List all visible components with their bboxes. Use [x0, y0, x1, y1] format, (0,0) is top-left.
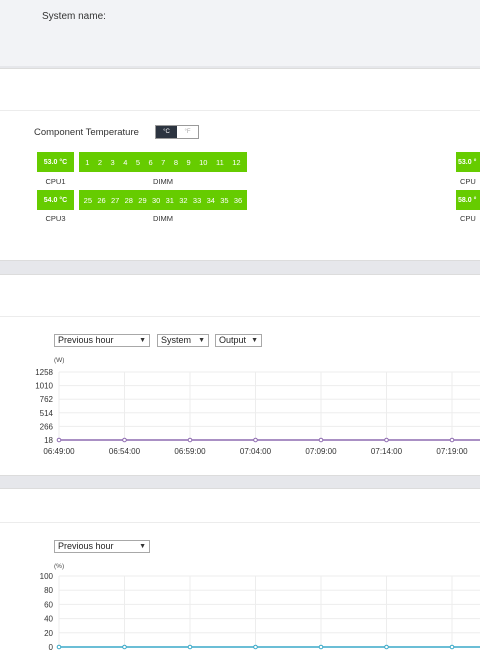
dimm-slot-11[interactable]: 11: [216, 158, 224, 167]
dimm-label-2: DIMM: [153, 214, 173, 223]
chevron-down-icon: ▼: [251, 337, 258, 344]
dimm-slot-35[interactable]: 35: [220, 196, 228, 205]
power-time-range-select[interactable]: Previous hour ▼: [54, 334, 150, 347]
utilization-time-range-value: Previous hour: [58, 541, 114, 551]
dimm-group-1: 1 2 3 4 5 6 7 8 9 10 11 12: [79, 152, 247, 172]
data-point: [384, 644, 389, 650]
temperature-unit-toggle[interactable]: °C °F: [155, 125, 199, 139]
dimm-slot-5[interactable]: 5: [136, 158, 140, 167]
cpu3-label: CPU3: [45, 214, 66, 223]
dimm-slot-10[interactable]: 10: [199, 158, 207, 167]
y-tick-label: 0: [49, 643, 54, 650]
dimm-slot-2[interactable]: 2: [98, 158, 102, 167]
cpu4-label: CPU: [460, 214, 476, 223]
x-tick-label: 07:19:00: [436, 447, 468, 456]
cpu4-temperature[interactable]: 58.0 °: [456, 190, 480, 210]
power-time-range-value: Previous hour: [58, 335, 114, 345]
y-tick-label: 18: [44, 436, 53, 445]
y-tick-label: 762: [40, 395, 54, 404]
utilization-time-range-select[interactable]: Previous hour ▼: [54, 540, 150, 553]
data-point: [122, 644, 127, 650]
cpu2-label: CPU: [460, 177, 476, 186]
data-point: [187, 644, 193, 650]
x-tick-label: 07:14:00: [371, 447, 403, 456]
component-temperature-title: Component Temperature: [34, 127, 139, 138]
power-scope-value: System: [161, 335, 192, 345]
power-type-select[interactable]: Output ▼: [215, 334, 262, 347]
x-tick-label: 07:04:00: [240, 447, 272, 456]
celsius-option[interactable]: °C: [156, 126, 177, 138]
data-point: [187, 437, 193, 443]
x-tick-label: 06:49:00: [43, 447, 75, 456]
dimm-slot-26[interactable]: 26: [97, 196, 105, 205]
power-chart: (W)1258 1010 762 514 266 18 06:49:00 06:54:00 06…: [35, 357, 480, 456]
dimm-slot-1[interactable]: 1: [85, 158, 89, 167]
dimm-slot-30[interactable]: 30: [152, 196, 160, 205]
system-name-label: System name:: [42, 11, 106, 22]
dimm-slot-9[interactable]: 9: [186, 158, 190, 167]
dimm-slot-34[interactable]: 34: [207, 196, 215, 205]
y-axis-unit-label: (W): [54, 357, 64, 364]
dimm-slot-7[interactable]: 7: [161, 158, 165, 167]
utilization-chart: (%)100 80 60 40 20 0: [40, 563, 480, 650]
y-tick-label: 40: [44, 615, 53, 624]
dimm-slot-6[interactable]: 6: [149, 158, 153, 167]
dimm-slot-3[interactable]: 3: [111, 158, 115, 167]
power-scope-select[interactable]: System ▼: [157, 334, 209, 347]
data-point: [56, 644, 62, 650]
chevron-down-icon: ▼: [139, 543, 146, 550]
y-tick-label: 1010: [35, 382, 53, 391]
data-point: [122, 437, 127, 443]
chevron-down-icon: ▼: [198, 337, 205, 344]
dimm-slot-31[interactable]: 31: [166, 196, 174, 205]
dimm-slot-4[interactable]: 4: [123, 158, 127, 167]
data-point: [253, 644, 258, 650]
data-point: [253, 437, 258, 443]
dimm-slot-32[interactable]: 32: [179, 196, 187, 205]
dimm-slot-12[interactable]: 12: [232, 158, 240, 167]
dimm-slot-36[interactable]: 36: [234, 196, 242, 205]
y-tick-label: 266: [40, 422, 54, 431]
y-axis-unit-label: (%): [54, 563, 64, 570]
dimm-label-1: DIMM: [153, 177, 173, 186]
y-tick-label: 80: [44, 586, 53, 595]
dimm-slot-8[interactable]: 8: [174, 158, 178, 167]
x-tick-label: 07:09:00: [305, 447, 337, 456]
cpu1-temperature[interactable]: 53.0 °C: [37, 152, 74, 172]
fahrenheit-option[interactable]: °F: [177, 126, 198, 138]
cpu3-temperature[interactable]: 54.0 °C: [37, 190, 74, 210]
system-header: [0, 0, 480, 66]
panel-divider: [0, 316, 480, 317]
cpu1-label: CPU1: [45, 177, 66, 186]
y-tick-label: 60: [44, 600, 53, 609]
cpu2-temperature[interactable]: 53.0 °: [456, 152, 480, 172]
dimm-slot-29[interactable]: 29: [138, 196, 146, 205]
dimm-group-2: 25 26 27 28 29 30 31 32 33 34 35 36: [79, 190, 247, 210]
power-type-value: Output: [219, 335, 247, 345]
panel-divider: [0, 110, 480, 111]
data-point: [384, 437, 389, 443]
data-point: [449, 437, 455, 443]
data-point: [318, 644, 324, 650]
dimm-slot-28[interactable]: 28: [125, 196, 133, 205]
dimm-slot-33[interactable]: 33: [193, 196, 201, 205]
y-tick-label: 100: [40, 572, 54, 581]
y-tick-label: 1258: [35, 368, 53, 377]
x-tick-label: 06:59:00: [174, 447, 206, 456]
chevron-down-icon: ▼: [139, 337, 146, 344]
y-tick-label: 20: [44, 629, 53, 638]
data-point: [318, 437, 324, 443]
dimm-slot-27[interactable]: 27: [111, 196, 119, 205]
y-tick-label: 514: [40, 409, 54, 418]
data-point: [56, 437, 62, 443]
data-point: [449, 644, 455, 650]
x-tick-label: 06:54:00: [109, 447, 141, 456]
panel-divider: [0, 522, 480, 523]
dimm-slot-25[interactable]: 25: [84, 196, 92, 205]
